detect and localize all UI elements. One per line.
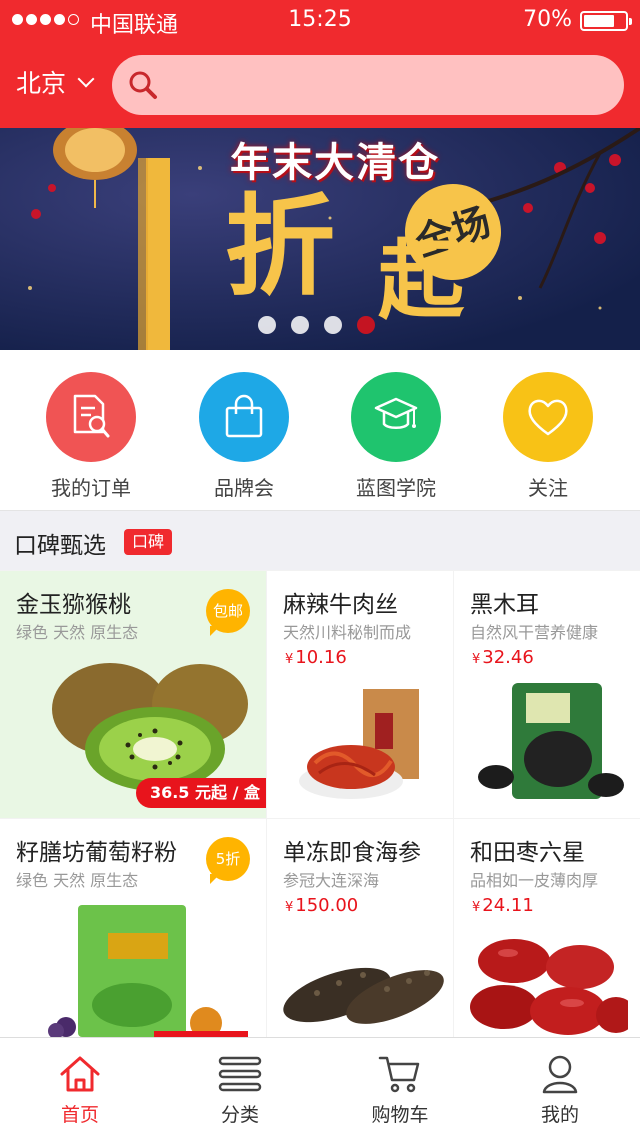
pagination-dot[interactable] — [291, 316, 309, 334]
product-name: 黑木耳 — [470, 592, 539, 618]
product-subtitle: 绿色 天然 原生态 — [16, 623, 139, 642]
product-card-sea-cucumber[interactable]: 单冻即食海参 参冠大连深海 ¥150.00 — [267, 819, 453, 1037]
product-subtitle: 参冠大连深海 — [283, 871, 380, 890]
quick-entry-brand-fair[interactable]: 品牌会 — [168, 372, 320, 501]
product-grid: 金玉猕猴桃 绿色 天然 原生态 包邮 36.5 元起 / 盒 麻辣牛肉丝 天然川… — [0, 571, 640, 1037]
product-subtitle: 品相如一皮薄肉厚 — [470, 871, 599, 890]
product-subtitle: 绿色 天然 原生态 — [16, 871, 139, 890]
shopping-bag-icon — [199, 372, 289, 462]
user-icon — [542, 1055, 578, 1094]
product-tag: 5折 — [206, 837, 250, 884]
quick-entry-my-orders[interactable]: 我的订单 — [15, 372, 167, 501]
product-card-grape-seed-powder[interactable]: 籽膳坊葡萄籽粉 绿色 天然 原生态 5折 — [0, 819, 266, 1037]
product-subtitle: 自然风干营养健康 — [470, 623, 599, 642]
product-tag: 包邮 — [206, 589, 250, 636]
price-ribbon: 36.5 元起 / 盒 — [135, 778, 266, 808]
product-name: 籽膳坊葡萄籽粉 — [16, 840, 177, 866]
product-name: 金玉猕猴桃 — [16, 592, 131, 618]
product-subtitle: 天然川料秘制而成 — [283, 623, 412, 642]
bottom-tab-bar: 首页 分类 购物车 我的 — [0, 1037, 640, 1136]
red-dates-image — [470, 939, 628, 1035]
cart-icon — [378, 1056, 420, 1093]
grape-seed-powder-image — [48, 905, 248, 1037]
product-card-red-dates[interactable]: 和田枣六星 品相如一皮薄肉厚 ¥24.11 — [454, 819, 640, 1037]
tab-label: 购物车 — [371, 1104, 429, 1126]
product-card-kiwi[interactable]: 金玉猕猴桃 绿色 天然 原生态 包邮 36.5 元起 / 盒 — [0, 571, 266, 818]
quick-entry-label: 品牌会 — [214, 476, 274, 500]
promo-banner[interactable]: 年末大清仓 折 全场 起 — [0, 128, 640, 350]
category-icon — [218, 1056, 262, 1092]
city-label: 北京 — [16, 69, 67, 98]
search-input[interactable] — [112, 55, 624, 115]
city-selector[interactable]: 北京 — [16, 64, 95, 100]
pagination-dot[interactable] — [324, 316, 342, 334]
section-badge: 口碑 — [124, 529, 173, 555]
tab-profile[interactable]: 我的 — [480, 1038, 640, 1136]
battery-percentage: 70% — [523, 7, 572, 32]
product-price: ¥32.46 — [472, 647, 534, 668]
quick-entry-label: 关注 — [528, 476, 568, 500]
tab-label: 我的 — [540, 1104, 579, 1126]
product-name: 麻辣牛肉丝 — [283, 592, 398, 618]
order-search-icon — [46, 372, 136, 462]
tab-label: 首页 — [60, 1104, 99, 1126]
beef-shreds-image — [299, 689, 419, 799]
product-price: ¥24.11 — [472, 895, 534, 916]
sea-cucumber-image — [283, 967, 444, 1024]
tab-label: 分类 — [220, 1104, 259, 1126]
quick-entry-follow[interactable]: 关注 — [472, 372, 624, 501]
banner-big-char-zhe: 折 — [225, 182, 335, 311]
section-title: 口碑甄选 — [14, 533, 106, 559]
quick-entry-label: 我的订单 — [51, 476, 131, 500]
quick-entry-label: 蓝图学院 — [356, 476, 436, 500]
heart-icon — [503, 372, 593, 462]
quick-entry-academy[interactable]: 蓝图学院 — [320, 372, 472, 501]
tab-cart[interactable]: 购物车 — [320, 1038, 480, 1136]
product-name: 单冻即食海参 — [283, 840, 421, 866]
tab-home[interactable]: 首页 — [0, 1038, 160, 1136]
tab-category[interactable]: 分类 — [160, 1038, 320, 1136]
product-card-black-fungus[interactable]: 黑木耳 自然风干营养健康 ¥32.46 — [454, 571, 640, 818]
chevron-down-icon — [77, 70, 95, 88]
section-header: 口碑甄选 口碑 — [0, 510, 640, 570]
search-icon — [129, 71, 157, 99]
product-price: ¥10.16 — [285, 647, 347, 668]
quick-entry-row: 我的订单 品牌会 蓝图学院 关注 — [0, 350, 640, 510]
banner-pagination — [258, 316, 375, 334]
battery-icon — [580, 11, 632, 31]
home-icon — [60, 1056, 100, 1092]
status-bar: 中国联通 15:25 70% — [0, 0, 640, 42]
graduation-cap-icon — [351, 372, 441, 462]
pagination-dot[interactable] — [258, 316, 276, 334]
product-card-beef-shreds[interactable]: 麻辣牛肉丝 天然川料秘制而成 ¥10.16 — [267, 571, 453, 818]
product-price: ¥150.00 — [285, 895, 359, 916]
app-header: 中国联通 15:25 70% 北京 — [0, 0, 640, 128]
black-fungus-image — [478, 683, 624, 799]
banner-title: 年末大清仓 — [230, 139, 440, 186]
banner-big-char-qi: 起 — [378, 230, 464, 331]
pagination-dot-active[interactable] — [357, 316, 375, 334]
product-name: 和田枣六星 — [470, 840, 585, 866]
